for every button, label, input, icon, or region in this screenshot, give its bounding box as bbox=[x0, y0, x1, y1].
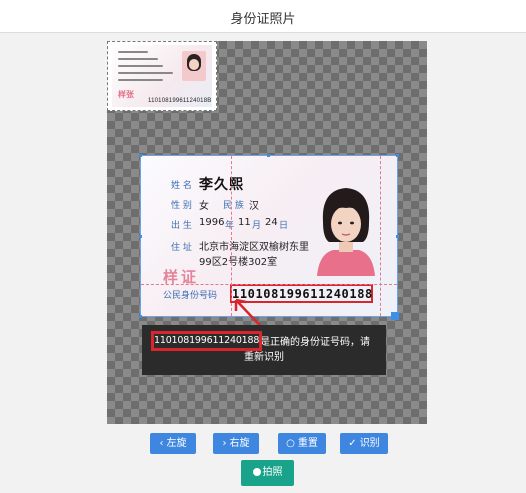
error-message-line-2: 重新识别 bbox=[244, 352, 284, 363]
recognize-label: 识别 bbox=[359, 438, 380, 449]
camera-icon bbox=[252, 468, 261, 476]
recognize-button[interactable]: ✓ 识别 bbox=[340, 433, 388, 454]
address-line-1: 北京市海淀区双榆树东里 bbox=[199, 242, 309, 253]
chevron-right-icon: › bbox=[222, 438, 227, 449]
shoot-button[interactable]: 拍照 bbox=[241, 460, 294, 486]
page-title: 身份证照片 bbox=[230, 12, 296, 27]
address-label: 住 址 bbox=[171, 243, 192, 253]
ethnicity-label: 民 族 bbox=[223, 201, 244, 211]
thumbnail-id-card-image: 样张 11010819961124018B bbox=[112, 45, 212, 107]
portrait-illustration bbox=[317, 188, 375, 276]
guide-line-vertical-2 bbox=[380, 156, 381, 316]
id-number-highlight: 110108199611240188 bbox=[230, 284, 373, 303]
thumbnail-preview[interactable]: 样张 11010819961124018B bbox=[107, 41, 217, 111]
thumbnail-photo bbox=[182, 51, 206, 81]
birth-year-unit: 年 bbox=[225, 221, 235, 231]
ethnicity-value: 汉 bbox=[249, 201, 259, 212]
crop-corner-top-right[interactable] bbox=[396, 154, 399, 157]
error-message-line-1: 是正确的身份证号码，请 bbox=[260, 337, 370, 348]
detected-number-highlight: 110108199611240188 bbox=[151, 331, 262, 351]
birth-day-unit: 日 bbox=[279, 221, 289, 231]
guide-line-horizontal bbox=[141, 284, 397, 285]
crop-region[interactable]: 姓 名 李久熙 性 别 女 民 族 汉 出 生 1996 年 11 月 24 日… bbox=[139, 154, 399, 320]
birth-day: 24 bbox=[265, 217, 278, 228]
thumbnail-id-number: 11010819961124018B bbox=[148, 98, 212, 104]
address-line-2: 99区2号楼302室 bbox=[199, 257, 278, 268]
name-value: 李久熙 bbox=[199, 177, 244, 193]
birth-month-unit: 月 bbox=[252, 221, 262, 231]
name-label: 姓 名 bbox=[171, 181, 192, 191]
check-icon: ✓ bbox=[348, 438, 357, 449]
thumbnail-seal: 样张 bbox=[118, 90, 134, 99]
shoot-label: 拍照 bbox=[262, 467, 283, 478]
birth-label: 出 生 bbox=[171, 221, 192, 231]
crop-handle-top[interactable] bbox=[267, 154, 270, 157]
id-number-label: 公民身份号码 bbox=[163, 291, 218, 301]
rotate-right-label: 右旋 bbox=[229, 438, 250, 449]
reset-label: 重置 bbox=[297, 438, 318, 449]
gender-label: 性 别 bbox=[171, 201, 192, 211]
crop-corner-bottom-left[interactable] bbox=[139, 315, 142, 318]
birth-year: 1996 bbox=[199, 217, 225, 228]
error-tooltip: 是正确的身份证号码，请 重新识别 110108199611240188 bbox=[142, 325, 386, 375]
rotate-left-label: 左旋 bbox=[166, 438, 187, 449]
guide-line-vertical-1 bbox=[231, 156, 232, 316]
id-card-image: 姓 名 李久熙 性 别 女 民 族 汉 出 生 1996 年 11 月 24 日… bbox=[140, 155, 398, 317]
crop-handle-left[interactable] bbox=[139, 235, 142, 238]
portrait-photo bbox=[311, 176, 381, 276]
reset-icon: ○ bbox=[286, 438, 295, 449]
chevron-left-icon: ‹ bbox=[159, 438, 164, 449]
crop-corner-top-left[interactable] bbox=[139, 154, 142, 157]
rotate-left-button[interactable]: ‹ 左旋 bbox=[150, 433, 196, 454]
header-bar: 身份证照片 bbox=[0, 0, 526, 33]
birth-month: 11 bbox=[238, 217, 251, 228]
crop-resize-handle[interactable] bbox=[391, 312, 399, 320]
crop-handle-right[interactable] bbox=[396, 235, 399, 238]
rotate-right-button[interactable]: › 右旋 bbox=[213, 433, 259, 454]
reset-button[interactable]: ○ 重置 bbox=[278, 433, 326, 454]
id-number-value: 110108199611240188 bbox=[232, 287, 373, 301]
gender-value: 女 bbox=[199, 201, 209, 212]
